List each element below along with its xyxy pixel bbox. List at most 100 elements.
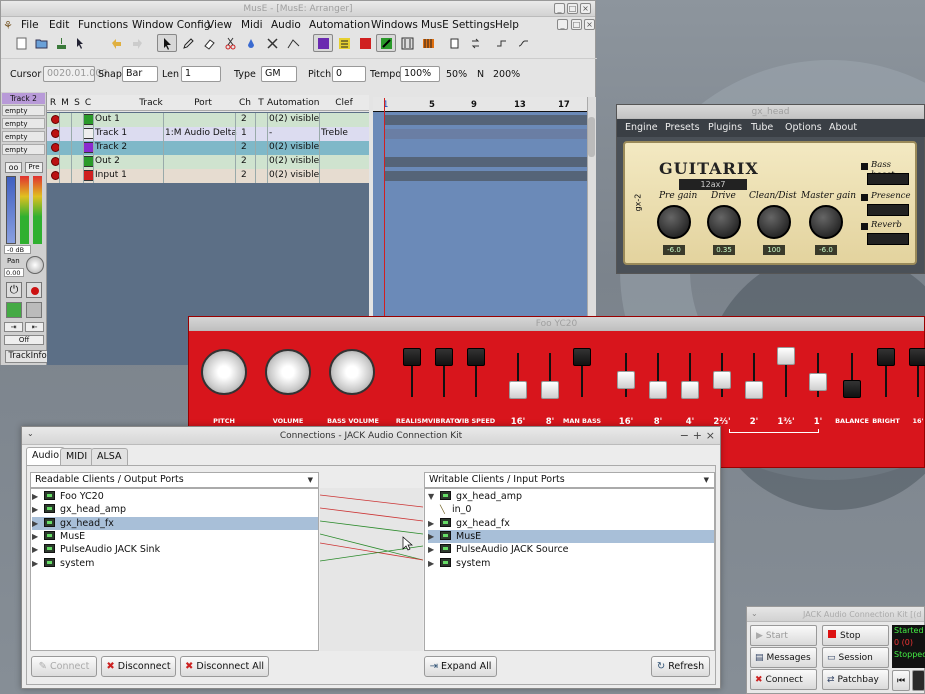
mute-tool-button[interactable] xyxy=(262,34,282,52)
output-ports-header[interactable]: Readable Clients / Output Ports ▼ xyxy=(30,472,319,488)
rewind-start-button[interactable] xyxy=(444,34,464,52)
client-item[interactable]: ▶ Foo YC20 xyxy=(32,490,318,503)
window-menu-icon[interactable]: ⌄ xyxy=(27,429,34,438)
effect-slot[interactable]: empty xyxy=(2,105,45,116)
drum-track-button[interactable] xyxy=(334,34,354,52)
stereo-button[interactable]: oo xyxy=(5,162,22,173)
tempo-spinbox[interactable]: 100% xyxy=(400,66,440,82)
expand-arrow-icon[interactable]: ▶ xyxy=(32,490,44,503)
loop-button[interactable] xyxy=(465,34,485,52)
snap-select[interactable]: Bar xyxy=(122,66,158,82)
menu-about[interactable]: About xyxy=(829,122,857,133)
whats-this-button[interactable] xyxy=(71,34,91,52)
col-record[interactable]: R xyxy=(47,98,59,108)
expand-arrow-icon[interactable]: ▶ xyxy=(32,530,44,543)
expand-arrow-icon[interactable]: ▶ xyxy=(32,517,44,530)
track-channel[interactable]: 1 xyxy=(241,127,253,141)
toggle-switch[interactable] xyxy=(403,348,421,366)
undo-button[interactable] xyxy=(106,34,126,52)
track-port[interactable]: 1:M Audio Delta xyxy=(165,127,237,141)
menu-edit[interactable]: Edit xyxy=(49,19,69,31)
col-port[interactable]: Port xyxy=(163,98,243,108)
close-button[interactable]: × xyxy=(706,427,715,445)
rewind-button[interactable]: ⏮ xyxy=(892,670,910,691)
patchbay-button[interactable]: ⇄ Patchbay xyxy=(822,669,889,690)
trackinfo-tab[interactable]: TrackInfo xyxy=(5,350,50,363)
menu-tube[interactable]: Tube xyxy=(751,122,773,133)
toggle-switch[interactable] xyxy=(877,348,895,366)
open-file-button[interactable] xyxy=(31,34,51,52)
reverb-switch[interactable] xyxy=(867,233,909,245)
drive-knob[interactable] xyxy=(707,205,741,239)
track-name[interactable]: Track 2 xyxy=(95,141,161,155)
client-item[interactable]: ▶ MusE xyxy=(32,530,318,543)
qjackctl-connect-button[interactable]: ✖ Connect xyxy=(750,669,817,690)
wave-track-button[interactable] xyxy=(355,34,375,52)
expand-arrow-icon[interactable]: ▶ xyxy=(428,517,440,530)
collapse-arrow-icon[interactable]: ▼ xyxy=(428,490,440,503)
mdi-close-button[interactable]: × xyxy=(584,19,595,30)
draw-automation-button[interactable] xyxy=(283,34,303,52)
menu-audio[interactable]: Audio xyxy=(271,19,301,31)
mute-button[interactable] xyxy=(6,302,22,318)
client-item[interactable]: ▶ gx_head_fx xyxy=(428,517,714,530)
client-item[interactable]: ▶ PulseAudio JACK Source xyxy=(428,543,714,556)
scrollbar-thumb[interactable] xyxy=(588,117,595,157)
window-menu-icon[interactable]: ⌄ xyxy=(751,609,758,618)
track-port[interactable] xyxy=(165,141,237,155)
col-t[interactable]: T xyxy=(255,98,267,108)
bass-boost-switch[interactable] xyxy=(867,173,909,185)
stop-button[interactable]: Stop xyxy=(822,625,889,646)
expand-arrow-icon[interactable]: ▶ xyxy=(32,543,44,556)
col-solo[interactable]: S xyxy=(71,98,83,108)
track-name[interactable]: Out 2 xyxy=(95,155,161,169)
cursor-field[interactable]: 0020.01.000 xyxy=(43,66,107,82)
master-gain-knob[interactable] xyxy=(809,205,843,239)
pan-value-field[interactable]: 0.00 xyxy=(4,268,24,277)
effect-slot[interactable]: empty xyxy=(2,144,45,155)
expand-arrow-icon[interactable]: ▶ xyxy=(428,543,440,556)
port-item[interactable]: ╲ in_0 xyxy=(428,503,714,516)
balance-slider[interactable] xyxy=(843,380,861,398)
redo-button[interactable] xyxy=(127,34,147,52)
footage-drawbar[interactable] xyxy=(681,381,699,399)
footage-drawbar[interactable] xyxy=(649,381,667,399)
presence-switch[interactable] xyxy=(867,204,909,216)
footage-drawbar[interactable] xyxy=(713,371,731,389)
mdi-restore-button[interactable]: □ xyxy=(571,19,582,30)
input-ports-header[interactable]: Writable Clients / Input Ports ▼ xyxy=(424,472,715,488)
track-clef[interactable]: Treble xyxy=(321,127,367,141)
solo-button[interactable] xyxy=(26,302,42,318)
track-channel[interactable]: 2 xyxy=(241,141,253,155)
type-select[interactable]: GM xyxy=(261,66,297,82)
track-channel[interactable]: 2 xyxy=(241,155,253,169)
expand-arrow-icon[interactable]: ▶ xyxy=(428,557,440,570)
messages-button[interactable]: ▤ Messages xyxy=(750,647,817,668)
bass-volume-knob[interactable] xyxy=(329,349,375,395)
cut-tool-button[interactable] xyxy=(220,34,240,52)
save-file-button[interactable] xyxy=(51,34,71,52)
menu-windows[interactable]: Windows xyxy=(371,19,418,31)
menu-midi[interactable]: Midi xyxy=(241,19,263,31)
pitch-knob[interactable] xyxy=(201,349,247,395)
menu-file[interactable]: File xyxy=(21,19,39,31)
volume-knob[interactable] xyxy=(265,349,311,395)
track-port[interactable] xyxy=(165,169,237,183)
menu-plugins[interactable]: Plugins xyxy=(708,122,742,133)
expand-arrow-icon[interactable]: ▶ xyxy=(32,503,44,516)
track-name[interactable]: Input 1 xyxy=(95,169,161,183)
len-spinbox[interactable]: 1 xyxy=(181,66,221,82)
tab-midi[interactable]: MIDI xyxy=(60,448,94,465)
metronome-button[interactable] xyxy=(513,34,533,52)
power-button[interactable]: ⏻ xyxy=(6,282,22,298)
refresh-button[interactable]: ↻ Refresh xyxy=(651,656,710,677)
footage-drawbar[interactable] xyxy=(745,381,763,399)
track-port[interactable] xyxy=(165,155,237,169)
midi-track-button[interactable] xyxy=(313,34,333,52)
session-button[interactable]: ▭ Session xyxy=(822,647,889,668)
client-item[interactable]: ▶ system xyxy=(428,557,714,570)
glue-tool-button[interactable] xyxy=(241,34,261,52)
volume-slider[interactable] xyxy=(6,176,16,244)
menu-help[interactable]: Help xyxy=(495,19,519,31)
tube-model-select[interactable]: 12ax7 xyxy=(679,179,747,190)
